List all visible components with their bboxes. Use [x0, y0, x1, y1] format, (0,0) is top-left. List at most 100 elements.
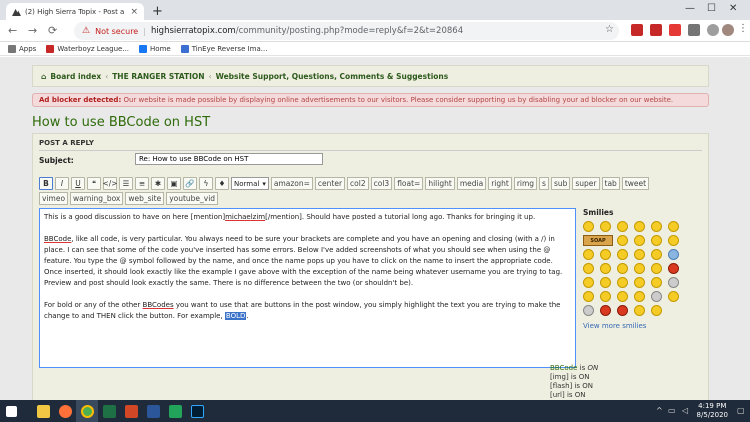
smiley-icon[interactable] — [583, 291, 594, 302]
tag-button[interactable]: tab — [601, 177, 620, 190]
smiley-icon[interactable] — [651, 235, 662, 246]
smiley-icon[interactable] — [617, 277, 628, 288]
new-tab-button[interactable]: + — [152, 4, 163, 19]
message-textarea[interactable]: This is a good discussion to have on her… — [39, 208, 576, 368]
smiley-icon[interactable] — [600, 305, 611, 316]
smiley-icon[interactable] — [651, 263, 662, 274]
smiley-icon[interactable] — [617, 249, 628, 260]
smiley-icon[interactable] — [583, 221, 594, 232]
minimize-icon[interactable]: — — [685, 3, 695, 14]
smiley-icon[interactable] — [634, 235, 645, 246]
subject-input[interactable] — [135, 153, 323, 165]
link-icon[interactable]: 🔗 — [183, 177, 197, 190]
smiley-icon[interactable] — [668, 277, 679, 288]
smiley-icon[interactable] — [617, 221, 628, 232]
tag-button[interactable]: col2 — [347, 177, 369, 190]
smiley-icon[interactable] — [617, 235, 628, 246]
system-clock[interactable]: 4:19 PM 8/5/2020 — [697, 402, 728, 420]
tag-button[interactable]: super — [572, 177, 600, 190]
smiley-icon[interactable] — [600, 277, 611, 288]
quote-icon[interactable]: ❝ — [87, 177, 101, 190]
tag-button[interactable]: vimeo — [39, 192, 69, 205]
smiley-icon[interactable] — [668, 235, 679, 246]
taskbar-calculator[interactable] — [164, 400, 186, 422]
code-icon[interactable]: </> — [102, 177, 118, 190]
smiley-icon[interactable] — [634, 263, 645, 274]
smiley-icon[interactable] — [651, 277, 662, 288]
browser-menu-icon[interactable]: ⋮ — [738, 24, 750, 36]
smiley-icon[interactable] — [651, 305, 662, 316]
smiley-icon[interactable] — [634, 221, 645, 232]
tag-button[interactable]: web_site — [125, 192, 165, 205]
taskbar-powerpoint[interactable] — [120, 400, 142, 422]
maximize-icon[interactable]: ☐ — [707, 3, 716, 14]
tag-button[interactable]: center — [314, 177, 346, 190]
tab-close-icon[interactable]: × — [130, 7, 138, 17]
ordered-list-icon[interactable]: ≡ — [135, 177, 149, 190]
url-bar[interactable]: ⚠ Not secure | highsierratopix.com/commu… — [74, 22, 619, 40]
smiley-icon[interactable] — [583, 263, 594, 274]
breadcrumb-ranger-station[interactable]: THE RANGER STATION — [112, 72, 204, 81]
list-item-icon[interactable]: ✱ — [151, 177, 165, 190]
tag-button[interactable]: warning_box — [70, 192, 124, 205]
tag-button[interactable]: tweet — [621, 177, 650, 190]
taskbar-chrome[interactable] — [76, 400, 98, 422]
taskbar-word[interactable] — [142, 400, 164, 422]
tag-button[interactable]: hilight — [425, 177, 455, 190]
tag-button[interactable]: col3 — [370, 177, 393, 190]
bookmark-apps[interactable]: Apps — [8, 44, 36, 53]
taskbar-firefox[interactable] — [54, 400, 76, 422]
tag-button[interactable]: right — [488, 177, 512, 190]
smiley-icon[interactable] — [617, 263, 628, 274]
smiley-icon[interactable] — [668, 263, 679, 274]
notification-icon[interactable]: ▢ — [737, 406, 745, 415]
tag-button[interactable]: amazon= — [270, 177, 313, 190]
reload-icon[interactable]: ⟳ — [48, 24, 57, 37]
profile-avatar[interactable] — [722, 24, 734, 36]
tag-button[interactable]: rimg — [513, 177, 538, 190]
extension-icon[interactable] — [688, 24, 700, 36]
smiley-icon[interactable] — [600, 263, 611, 274]
font-size-select[interactable]: Normal ▾ — [231, 177, 269, 190]
smiley-icon[interactable] — [634, 305, 645, 316]
view-more-smilies-link[interactable]: View more smilies — [583, 322, 703, 330]
breadcrumb-website-support[interactable]: Website Support, Questions, Comments & S… — [216, 72, 449, 81]
start-button[interactable] — [0, 400, 22, 422]
smiley-icon[interactable] — [651, 249, 662, 260]
smiley-icon[interactable] — [634, 291, 645, 302]
smiley-icon[interactable] — [668, 221, 679, 232]
tag-button[interactable]: sub — [550, 177, 571, 190]
bookmark-home[interactable]: Home — [139, 44, 171, 53]
tag-button[interactable]: float= — [394, 177, 424, 190]
network-icon[interactable]: ▭ — [668, 406, 676, 415]
smiley-icon[interactable] — [617, 291, 628, 302]
bookmark-star-icon[interactable]: ☆ — [605, 24, 614, 35]
soapbox-icon[interactable]: SOAP — [583, 235, 613, 246]
bookmark-waterboyz[interactable]: Waterboyz League... — [46, 44, 129, 53]
smiley-icon[interactable] — [617, 305, 628, 316]
bookmark-tineye[interactable]: TinEye Reverse Ima... — [180, 44, 267, 53]
extension-icon[interactable] — [650, 24, 662, 36]
bold-button[interactable]: B — [39, 177, 53, 190]
smiley-icon[interactable] — [651, 221, 662, 232]
tag-button[interactable]: s — [539, 177, 549, 190]
smiley-icon[interactable] — [583, 249, 594, 260]
taskbar-photoshop[interactable] — [186, 400, 208, 422]
extension-icon[interactable] — [631, 24, 643, 36]
italic-button[interactable]: I — [55, 177, 69, 190]
smiley-icon[interactable] — [634, 249, 645, 260]
tray-chevron-icon[interactable]: ^ — [656, 406, 663, 415]
tag-button[interactable]: youtube_vid — [166, 192, 219, 205]
tag-button[interactable]: media — [456, 177, 487, 190]
close-window-icon[interactable]: ✕ — [729, 3, 737, 14]
volume-icon[interactable]: ◁ — [682, 406, 688, 415]
smiley-icon[interactable] — [583, 305, 594, 316]
underline-button[interactable]: U — [71, 177, 85, 190]
breadcrumb-board-index[interactable]: Board index — [50, 72, 101, 81]
forward-icon[interactable]: → — [28, 24, 37, 37]
smiley-icon[interactable] — [600, 249, 611, 260]
smiley-icon[interactable] — [668, 291, 679, 302]
back-icon[interactable]: ← — [8, 24, 17, 37]
smiley-icon[interactable] — [583, 277, 594, 288]
smiley-icon[interactable] — [634, 277, 645, 288]
